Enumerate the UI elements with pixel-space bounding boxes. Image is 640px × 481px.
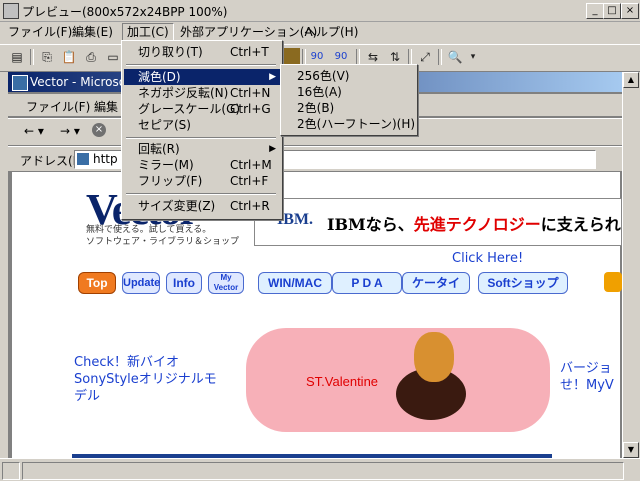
copy-icon[interactable]: ⎘ (38, 48, 56, 66)
ibm-banner: IBM. IBMなら、先進テクノロジーに支えられ (254, 198, 622, 246)
toolbar-separator (356, 49, 360, 65)
browser-address-bar: アドレス(D) http (8, 146, 624, 171)
toolbar-separator (302, 49, 306, 65)
page-icon (77, 153, 89, 165)
logo-tagline-2: ソフトウェア・ライブラリ＆ショップ (86, 237, 240, 247)
nav-top: Top (78, 272, 116, 294)
browser-icon (12, 75, 28, 91)
browser-menu-file: ファイル(F) (26, 100, 91, 114)
zoom-icon[interactable]: 🔍 (446, 48, 464, 66)
browser-title: Vector - Microso (30, 75, 127, 89)
menu-help[interactable]: ヘルプ(H) (300, 23, 362, 41)
open-icon[interactable]: ▤ (8, 48, 26, 66)
process-menu-dropdown: 切り取り(T) Ctrl+T 減色(D) ▶ ネガポジ反転(N) Ctrl+N グレー… (121, 40, 283, 220)
nav-keitai: ケータイ (402, 272, 470, 294)
nav-overflow-button (604, 272, 622, 292)
menu-item-sepia[interactable]: セピア(S) (124, 117, 280, 133)
minimize-button[interactable]: _ (586, 3, 604, 19)
nav-win-mac: WIN/MAC (258, 272, 332, 294)
menu-item-grayscale[interactable]: グレースケール(G) Ctrl+G (124, 101, 280, 117)
menu-item-cut[interactable]: 切り取り(T) Ctrl+T (124, 44, 280, 60)
nav-my-vector: My Vector (208, 272, 244, 294)
banner-text: IBMなら、先進テクノロジーに支えられ (327, 215, 621, 234)
submenu-arrow-icon: ▶ (269, 72, 276, 82)
menu-separator (126, 64, 276, 66)
valentine-text: ST.Valentine (306, 374, 379, 389)
vertical-scrollbar[interactable]: ▲ ▼ (622, 72, 639, 458)
submenu-item-2[interactable]: 2色(B) (283, 100, 415, 116)
stop-icon: × (92, 123, 106, 137)
web-page: Vector 無料で使える。試して買える。 ソフトウェア・ライブラリ＆ショップ … (12, 172, 622, 458)
menu-file[interactable]: ファイル(F) (4, 23, 76, 41)
promo-text-right: バージョ せ！MyV (560, 361, 614, 393)
valentine-banner: ST.Valentine (246, 328, 550, 432)
menu-item-negative[interactable]: ネガポジ反転(N) Ctrl+N (124, 85, 280, 101)
nav-info: Info (166, 272, 202, 294)
status-bar (0, 458, 640, 481)
maximize-button[interactable]: □ (603, 3, 621, 19)
print-icon[interactable]: ⎙ (82, 48, 100, 66)
nav-pda: P D A (332, 272, 402, 294)
menu-item-mirror[interactable]: ミラー(M) Ctrl+M (124, 157, 280, 173)
status-cell (2, 462, 20, 480)
window-title: プレビュー(800x572x24BPP 100%) (22, 5, 228, 19)
nav-soft-shop: Softショップ (478, 272, 568, 294)
submenu-arrow-icon: ▶ (269, 144, 276, 154)
address-value: http (93, 152, 118, 166)
menu-item-reduce-colors[interactable]: 減色(D) ▶ (124, 69, 280, 85)
menu-item-rotate[interactable]: 回転(R) ▶ (124, 141, 280, 157)
tool-icon[interactable]: ▭ (104, 48, 122, 66)
menu-item-resize[interactable]: サイズ変更(Z) Ctrl+R (124, 198, 280, 214)
close-button[interactable]: × (621, 3, 639, 19)
browser-menu-edit: 編集 (94, 100, 119, 114)
scroll-down-icon[interactable]: ▼ (623, 442, 639, 458)
submenu-item-2-halftone[interactable]: 2色(ハーフトーン)(H) (283, 116, 415, 132)
paste-icon[interactable]: 📋 (60, 48, 78, 66)
nav-update: Update (122, 272, 160, 294)
menu-separator (126, 137, 276, 139)
promo-text-left: Check！新バイオ SonyStyleオリジナルモ デル (74, 355, 217, 404)
resize-icon[interactable]: ⤢ (416, 48, 434, 66)
toolbar-separator (408, 49, 412, 65)
toolbar-separator (438, 49, 442, 65)
menu-edit[interactable]: 編集(E) (68, 23, 117, 41)
app-icon[interactable] (3, 3, 19, 19)
toolbar-separator (30, 49, 34, 65)
scroll-up-icon[interactable]: ▲ (623, 72, 639, 88)
forward-icon: → ▾ (60, 124, 80, 138)
back-icon: ← ▾ (24, 124, 44, 138)
menu-bar: ファイル(F) 編集(E) 加工(C) 外部アプリケーション(A) ヘルプ(H) (0, 22, 640, 43)
cat-mascot (414, 332, 454, 382)
reduce-colors-submenu: 256色(V) 16色(A) 2色(B) 2色(ハーフトーン)(H) (280, 64, 418, 136)
status-cell-main (22, 462, 624, 480)
submenu-item-16[interactable]: 16色(A) (283, 84, 415, 100)
submenu-item-256[interactable]: 256色(V) (283, 68, 415, 84)
click-here-link: Click Here! (452, 251, 524, 266)
menu-item-flip[interactable]: フリップ(F) Ctrl+F (124, 173, 280, 189)
menu-separator (126, 193, 276, 195)
chevron-down-icon[interactable]: ▾ (464, 48, 482, 66)
title-bar: プレビュー(800x572x24BPP 100%) _ □ × (0, 0, 640, 22)
